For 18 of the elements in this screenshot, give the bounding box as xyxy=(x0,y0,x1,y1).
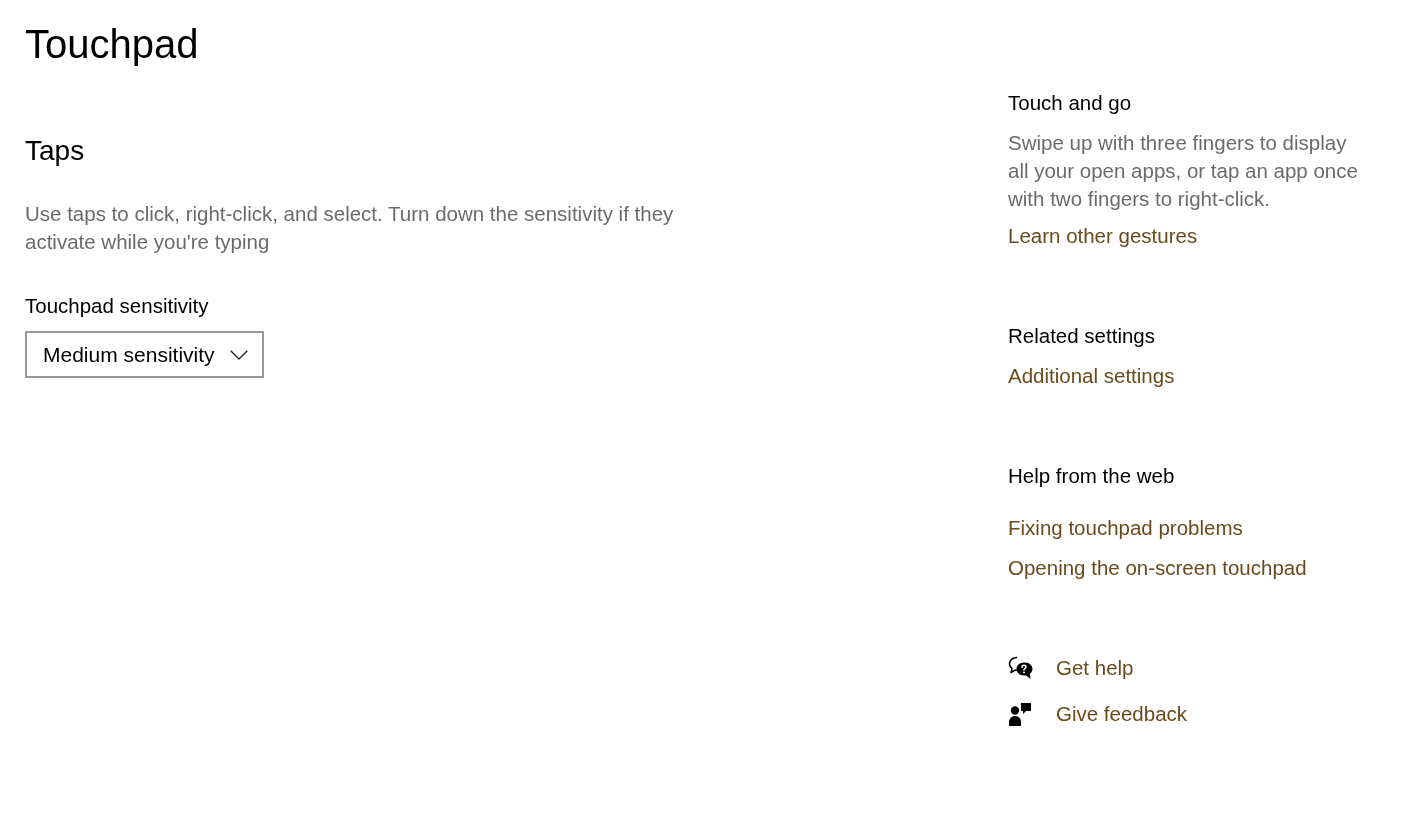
section-description: Use taps to click, right-click, and select. Turn down the sensitivity if they activate while you're typing xyxy=(25,201,675,255)
help-link[interactable]: Fixing touchpad problems xyxy=(1008,514,1243,542)
chat-question-icon xyxy=(1008,655,1033,681)
dropdown-label: Touchpad sensitivity xyxy=(25,293,209,319)
sidebar-heading: Help from the web xyxy=(1008,463,1175,489)
person-speech-bubble-icon xyxy=(1008,701,1033,727)
action-link[interactable]: Get help xyxy=(1008,654,1134,682)
page-title: Touchpad xyxy=(25,21,199,68)
help-link[interactable]: Learn other gestures xyxy=(1008,222,1198,250)
sidebar-heading: Related settings xyxy=(1008,323,1155,349)
section-heading: Taps xyxy=(25,134,85,168)
sensitivity-dropdown[interactable]: Medium sensitivity xyxy=(25,331,264,378)
sidebar-description: Swipe up with three fingers to display all your open apps, or tap an app once with two fingers to right-click. xyxy=(1008,130,1359,212)
help-link[interactable]: Opening the on-screen touchpad xyxy=(1008,554,1307,582)
chevron-down-icon xyxy=(230,349,248,360)
sidebar-heading: Touch and go xyxy=(1008,90,1132,116)
help-link[interactable]: Additional settings xyxy=(1008,362,1175,390)
action-link[interactable]: Give feedback xyxy=(1008,700,1188,728)
